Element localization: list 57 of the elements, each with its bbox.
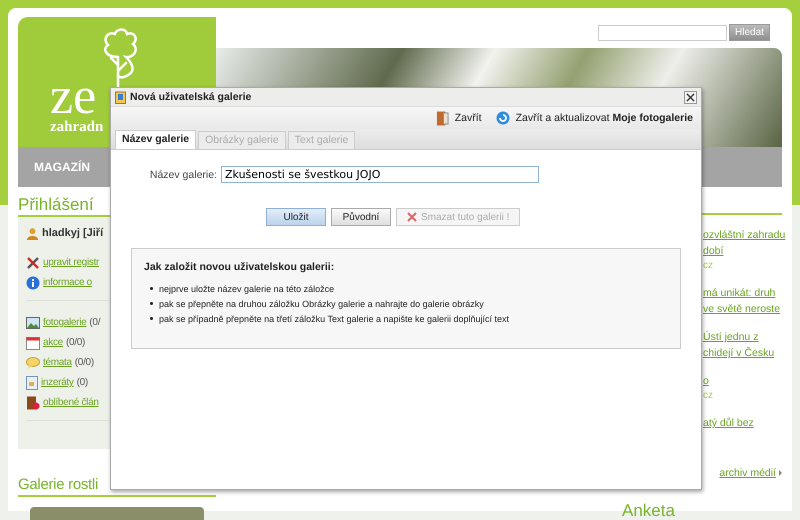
sidebar-link[interactable]: informace o [43, 277, 92, 288]
help-text: pak se případně přepněte na třetí záložku Text galerie a napište ke galerii doplňující text [159, 314, 510, 324]
count-label: (0) [76, 377, 88, 388]
tools-icon [26, 256, 40, 270]
article-link[interactable]: Ústí jednu z [703, 329, 782, 345]
source-label: cz [703, 389, 714, 403]
logo-text: ze [50, 77, 96, 117]
article-link[interactable]: o [703, 373, 782, 389]
article-link[interactable]: ve světě neroste [703, 301, 782, 317]
article-link[interactable]: chidejí v Česku [703, 345, 782, 361]
source-label: cz [703, 259, 714, 273]
document-icon [26, 376, 38, 390]
article-link[interactable]: dobí [703, 243, 782, 259]
help-title: Jak založit novou uživatelskou galerii: [144, 261, 336, 273]
field-label: Název galerie: [148, 168, 217, 180]
toolbar-button[interactable]: Zavřít a aktualizovat Moje fotogalerie [496, 111, 693, 125]
dialog-title: Nová uživatelská galerie [130, 91, 252, 103]
sidebar-link[interactable]: upravit registr [43, 257, 100, 268]
bullet-icon [150, 302, 153, 305]
article-link[interactable]: atý důl bez [703, 415, 782, 431]
user-icon [26, 226, 39, 240]
cross-icon [407, 212, 417, 222]
search-field[interactable] [598, 24, 727, 40]
sidebar-link[interactable]: oblíbené člán [43, 397, 99, 408]
dialog-button[interactable]: Uložit [266, 208, 326, 226]
count-label: (0/0) [66, 337, 85, 348]
calendar-icon [26, 336, 40, 350]
nav-link[interactable]: MAGAZÍN [34, 160, 90, 174]
user-name: hladkyj [Jiří [42, 227, 104, 239]
refresh-icon [496, 111, 510, 125]
name-field[interactable]: Zkušenosti se švestkou JOJO [221, 166, 539, 183]
count-label: (0/0) [74, 357, 94, 368]
help-text: nejprve uložte název galerie na této záložce [159, 284, 334, 294]
bullet-icon [150, 317, 153, 320]
tab[interactable]: Název galerie [115, 130, 196, 149]
speech-bubble-icon [26, 356, 40, 368]
info-icon [26, 276, 40, 290]
logo-subtitle: zahradn [50, 119, 104, 136]
section-heading: Anketa [622, 493, 782, 520]
arrow-icon [779, 470, 782, 476]
bullet-icon [150, 287, 153, 290]
sidebar-link[interactable]: témata [43, 357, 72, 368]
close-button[interactable] [684, 90, 697, 104]
help-text: pak se přepněte na druhou záložku Obrázky galerie a nahrajte do galerie obrázky [159, 298, 484, 308]
sidebar-link[interactable]: fotogalerie [43, 317, 86, 328]
toolbar-button[interactable]: Zavřít [436, 110, 482, 126]
archive-link[interactable]: archiv médií [719, 467, 776, 479]
dialog-button[interactable]: Původní [331, 208, 391, 226]
book-icon [26, 396, 40, 410]
article-link[interactable]: má unikát: druh [703, 285, 782, 301]
sidebar-link[interactable]: inzeráty [41, 377, 74, 388]
picture-icon [26, 316, 40, 328]
folder-icon [115, 90, 127, 104]
sidebar-link[interactable]: akce [43, 337, 63, 348]
search-button[interactable]: Hledat [729, 24, 770, 41]
count-label: (0/ [89, 317, 100, 328]
door-icon [436, 110, 449, 126]
